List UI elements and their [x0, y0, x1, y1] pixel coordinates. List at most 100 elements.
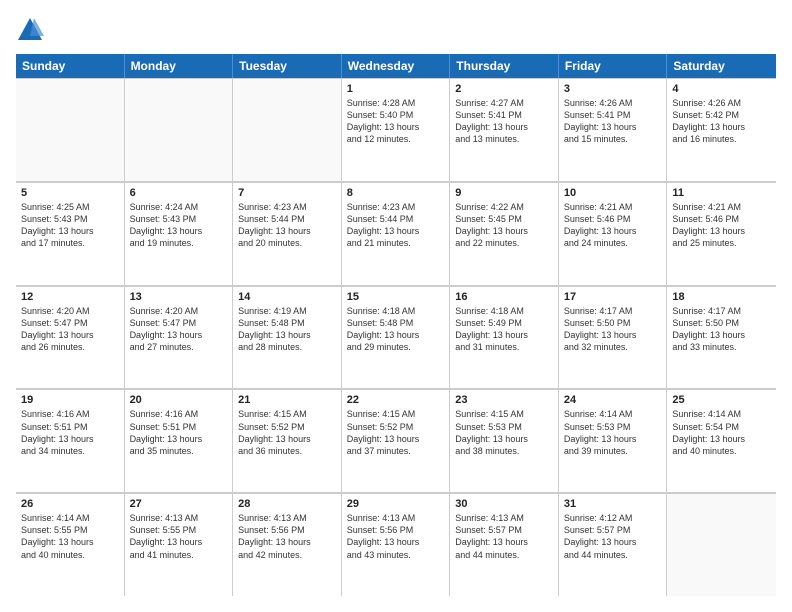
calendar-row-1: 5 Sunrise: 4:25 AM Sunset: 5:43 PM Daylig…	[16, 182, 776, 286]
day-info: Sunrise: 4:21 AM Sunset: 5:46 PM Dayligh…	[672, 201, 771, 250]
day-number: 15	[347, 291, 445, 303]
header-day-monday: Monday	[125, 54, 234, 78]
day-info: Sunrise: 4:14 AM Sunset: 5:53 PM Dayligh…	[564, 408, 662, 457]
day-info: Sunrise: 4:18 AM Sunset: 5:48 PM Dayligh…	[347, 305, 445, 354]
calendar-cell	[125, 78, 234, 181]
day-info: Sunrise: 4:24 AM Sunset: 5:43 PM Dayligh…	[130, 201, 228, 250]
day-info: Sunrise: 4:12 AM Sunset: 5:57 PM Dayligh…	[564, 512, 662, 561]
day-number: 27	[130, 498, 228, 510]
calendar-cell: 24 Sunrise: 4:14 AM Sunset: 5:53 PM Dayli…	[559, 389, 668, 492]
calendar-cell: 19 Sunrise: 4:16 AM Sunset: 5:51 PM Dayli…	[16, 389, 125, 492]
calendar-cell: 20Sunrise: 4:16 AM Sunset: 5:51 PM Dayli…	[125, 389, 234, 492]
calendar-cell: 1 Sunrise: 4:28 AM Sunset: 5:40 PM Daylig…	[342, 78, 451, 181]
calendar-cell: 10 Sunrise: 4:21 AM Sunset: 5:46 PM Dayli…	[559, 182, 668, 285]
day-info: Sunrise: 4:16 AM Sunset: 5:51 PM Dayligh…	[21, 408, 119, 457]
calendar-cell: 25Sunrise: 4:14 AM Sunset: 5:54 PM Dayli…	[667, 389, 776, 492]
day-number: 4	[672, 83, 771, 95]
header-day-sunday: Sunday	[16, 54, 125, 78]
calendar-cell: 7 Sunrise: 4:23 AM Sunset: 5:44 PM Daylig…	[233, 182, 342, 285]
day-number: 10	[564, 187, 662, 199]
day-number: 7	[238, 187, 336, 199]
calendar-cell: 30Sunrise: 4:13 AM Sunset: 5:57 PM Dayli…	[450, 493, 559, 596]
day-info: Sunrise: 4:26 AM Sunset: 5:41 PM Dayligh…	[564, 97, 662, 146]
calendar-cell: 18Sunrise: 4:17 AM Sunset: 5:50 PM Dayli…	[667, 286, 776, 389]
header-day-friday: Friday	[559, 54, 668, 78]
calendar-cell: 14 Sunrise: 4:19 AM Sunset: 5:48 PM Dayli…	[233, 286, 342, 389]
day-info: Sunrise: 4:18 AM Sunset: 5:49 PM Dayligh…	[455, 305, 553, 354]
header-day-thursday: Thursday	[450, 54, 559, 78]
day-number: 3	[564, 83, 662, 95]
calendar-cell: 22Sunrise: 4:15 AM Sunset: 5:52 PM Dayli…	[342, 389, 451, 492]
logo-icon	[16, 16, 44, 44]
calendar-cell: 29 Sunrise: 4:13 AM Sunset: 5:56 PM Dayli…	[342, 493, 451, 596]
calendar-cell: 9Sunrise: 4:22 AM Sunset: 5:45 PM Daylig…	[450, 182, 559, 285]
calendar-cell: 23 Sunrise: 4:15 AM Sunset: 5:53 PM Dayli…	[450, 389, 559, 492]
day-number: 5	[21, 187, 119, 199]
day-number: 17	[564, 291, 662, 303]
day-info: Sunrise: 4:15 AM Sunset: 5:52 PM Dayligh…	[238, 408, 336, 457]
calendar-cell: 2Sunrise: 4:27 AM Sunset: 5:41 PM Daylig…	[450, 78, 559, 181]
day-number: 30	[455, 498, 553, 510]
calendar: SundayMondayTuesdayWednesdayThursdayFrid…	[16, 54, 776, 596]
day-number: 22	[347, 394, 445, 406]
calendar-cell: 31 Sunrise: 4:12 AM Sunset: 5:57 PM Dayli…	[559, 493, 668, 596]
calendar-cell	[233, 78, 342, 181]
day-info: Sunrise: 4:14 AM Sunset: 5:55 PM Dayligh…	[21, 512, 119, 561]
day-info: Sunrise: 4:26 AM Sunset: 5:42 PM Dayligh…	[672, 97, 771, 146]
calendar-cell: 11Sunrise: 4:21 AM Sunset: 5:46 PM Dayli…	[667, 182, 776, 285]
day-info: Sunrise: 4:19 AM Sunset: 5:48 PM Dayligh…	[238, 305, 336, 354]
header-day-tuesday: Tuesday	[233, 54, 342, 78]
calendar-cell: 16 Sunrise: 4:18 AM Sunset: 5:49 PM Dayli…	[450, 286, 559, 389]
day-number: 14	[238, 291, 336, 303]
calendar-cell: 5 Sunrise: 4:25 AM Sunset: 5:43 PM Daylig…	[16, 182, 125, 285]
day-info: Sunrise: 4:25 AM Sunset: 5:43 PM Dayligh…	[21, 201, 119, 250]
header	[16, 16, 776, 44]
day-info: Sunrise: 4:17 AM Sunset: 5:50 PM Dayligh…	[564, 305, 662, 354]
calendar-cell: 3 Sunrise: 4:26 AM Sunset: 5:41 PM Daylig…	[559, 78, 668, 181]
calendar-cell: 28Sunrise: 4:13 AM Sunset: 5:56 PM Dayli…	[233, 493, 342, 596]
calendar-cell: 13Sunrise: 4:20 AM Sunset: 5:47 PM Dayli…	[125, 286, 234, 389]
calendar-cell: 26 Sunrise: 4:14 AM Sunset: 5:55 PM Dayli…	[16, 493, 125, 596]
page: SundayMondayTuesdayWednesdayThursdayFrid…	[0, 0, 792, 612]
day-number: 24	[564, 394, 662, 406]
day-number: 20	[130, 394, 228, 406]
day-number: 29	[347, 498, 445, 510]
calendar-cell: 8 Sunrise: 4:23 AM Sunset: 5:44 PM Daylig…	[342, 182, 451, 285]
day-info: Sunrise: 4:21 AM Sunset: 5:46 PM Dayligh…	[564, 201, 662, 250]
day-number: 31	[564, 498, 662, 510]
day-number: 1	[347, 83, 445, 95]
calendar-cell: 21 Sunrise: 4:15 AM Sunset: 5:52 PM Dayli…	[233, 389, 342, 492]
day-info: Sunrise: 4:15 AM Sunset: 5:53 PM Dayligh…	[455, 408, 553, 457]
calendar-row-0: 1 Sunrise: 4:28 AM Sunset: 5:40 PM Daylig…	[16, 78, 776, 182]
day-info: Sunrise: 4:13 AM Sunset: 5:56 PM Dayligh…	[347, 512, 445, 561]
calendar-cell: 12 Sunrise: 4:20 AM Sunset: 5:47 PM Dayli…	[16, 286, 125, 389]
day-info: Sunrise: 4:13 AM Sunset: 5:55 PM Dayligh…	[130, 512, 228, 561]
day-number: 12	[21, 291, 119, 303]
day-number: 21	[238, 394, 336, 406]
calendar-cell: 17 Sunrise: 4:17 AM Sunset: 5:50 PM Dayli…	[559, 286, 668, 389]
calendar-cell	[16, 78, 125, 181]
day-info: Sunrise: 4:27 AM Sunset: 5:41 PM Dayligh…	[455, 97, 553, 146]
day-number: 13	[130, 291, 228, 303]
day-info: Sunrise: 4:28 AM Sunset: 5:40 PM Dayligh…	[347, 97, 445, 146]
calendar-body: 1 Sunrise: 4:28 AM Sunset: 5:40 PM Daylig…	[16, 78, 776, 596]
header-day-wednesday: Wednesday	[342, 54, 451, 78]
day-number: 25	[672, 394, 771, 406]
calendar-header: SundayMondayTuesdayWednesdayThursdayFrid…	[16, 54, 776, 78]
day-info: Sunrise: 4:20 AM Sunset: 5:47 PM Dayligh…	[21, 305, 119, 354]
day-number: 8	[347, 187, 445, 199]
day-number: 26	[21, 498, 119, 510]
day-info: Sunrise: 4:23 AM Sunset: 5:44 PM Dayligh…	[238, 201, 336, 250]
day-info: Sunrise: 4:17 AM Sunset: 5:50 PM Dayligh…	[672, 305, 771, 354]
header-day-saturday: Saturday	[667, 54, 776, 78]
day-number: 16	[455, 291, 553, 303]
day-info: Sunrise: 4:23 AM Sunset: 5:44 PM Dayligh…	[347, 201, 445, 250]
calendar-cell	[667, 493, 776, 596]
calendar-row-2: 12 Sunrise: 4:20 AM Sunset: 5:47 PM Dayli…	[16, 286, 776, 390]
day-number: 23	[455, 394, 553, 406]
day-number: 19	[21, 394, 119, 406]
calendar-row-3: 19 Sunrise: 4:16 AM Sunset: 5:51 PM Dayli…	[16, 389, 776, 493]
day-info: Sunrise: 4:22 AM Sunset: 5:45 PM Dayligh…	[455, 201, 553, 250]
day-info: Sunrise: 4:13 AM Sunset: 5:56 PM Dayligh…	[238, 512, 336, 561]
logo	[16, 16, 48, 44]
